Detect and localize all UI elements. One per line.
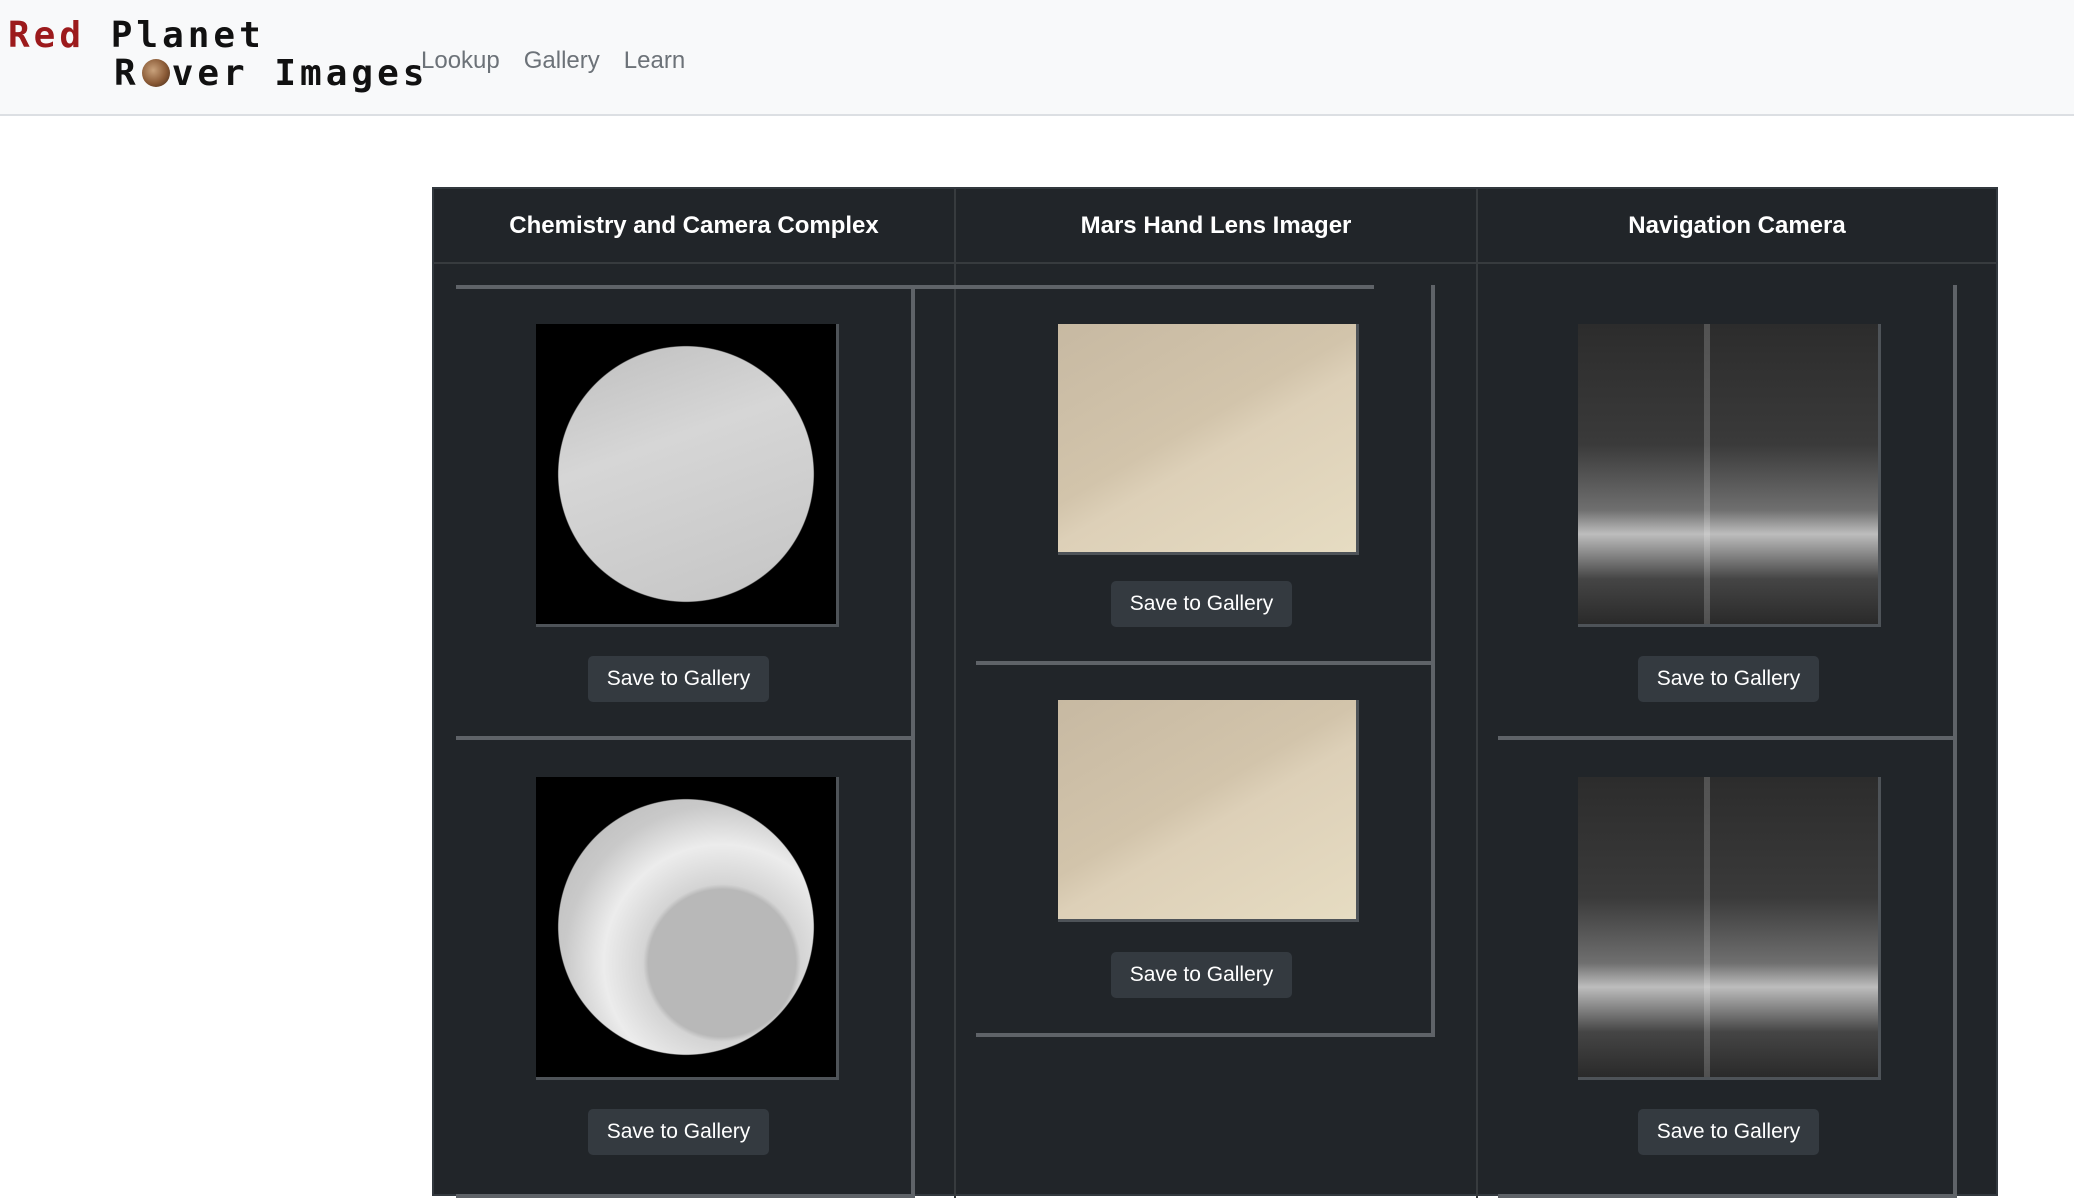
column-header-chemcam: Chemistry and Camera Complex — [434, 189, 954, 264]
save-to-gallery-button[interactable]: Save to Gallery — [1111, 581, 1292, 627]
column-header-mahli: Mars Hand Lens Imager — [956, 189, 1476, 264]
column-header-navcam: Navigation Camera — [1478, 189, 1996, 264]
image-card: Save to Gallery — [1498, 285, 1957, 740]
rover-photo[interactable] — [1578, 777, 1881, 1080]
column-divider — [1476, 189, 1478, 1198]
image-card: Save to Gallery — [456, 740, 915, 1198]
camera-images-table: Chemistry and Camera Complex Mars Hand L… — [432, 187, 1998, 1198]
nav-link-learn[interactable]: Learn — [624, 44, 685, 78]
nav-link-gallery[interactable]: Gallery — [524, 44, 600, 78]
image-card: Save to Gallery — [976, 665, 1435, 1037]
rover-photo[interactable] — [536, 777, 839, 1080]
save-to-gallery-button[interactable]: Save to Gallery — [1638, 1109, 1819, 1155]
rover-photo[interactable] — [536, 324, 839, 627]
logo-word-red: Red — [8, 15, 86, 56]
logo-line-2: Rver Images — [114, 54, 428, 94]
nav-link-lookup[interactable]: Lookup — [421, 44, 500, 78]
planet-icon — [141, 59, 170, 87]
site-logo[interactable]: Red Planet Rver Images — [8, 14, 424, 100]
image-card: Save to Gallery — [456, 285, 915, 740]
rover-photo[interactable] — [1578, 324, 1881, 627]
save-to-gallery-button[interactable]: Save to Gallery — [1638, 656, 1819, 702]
image-card: Save to Gallery — [976, 285, 1435, 665]
navbar: Red Planet Rver Images Lookup Gallery Le… — [0, 0, 2074, 116]
save-to-gallery-button[interactable]: Save to Gallery — [1111, 952, 1292, 998]
image-card: Save to Gallery — [1498, 740, 1957, 1198]
logo-letter-r: R — [114, 53, 140, 94]
column-divider — [954, 189, 956, 1198]
logo-line-1: Red Planet — [8, 16, 265, 56]
logo-word-rover-images: ver Images — [171, 53, 429, 94]
rover-photo[interactable] — [1058, 324, 1359, 555]
save-to-gallery-button[interactable]: Save to Gallery — [588, 1109, 769, 1155]
main-nav: Lookup Gallery Learn — [421, 44, 685, 78]
save-to-gallery-button[interactable]: Save to Gallery — [588, 656, 769, 702]
logo-word-planet: Planet — [110, 15, 265, 56]
rover-photo[interactable] — [1058, 700, 1359, 922]
